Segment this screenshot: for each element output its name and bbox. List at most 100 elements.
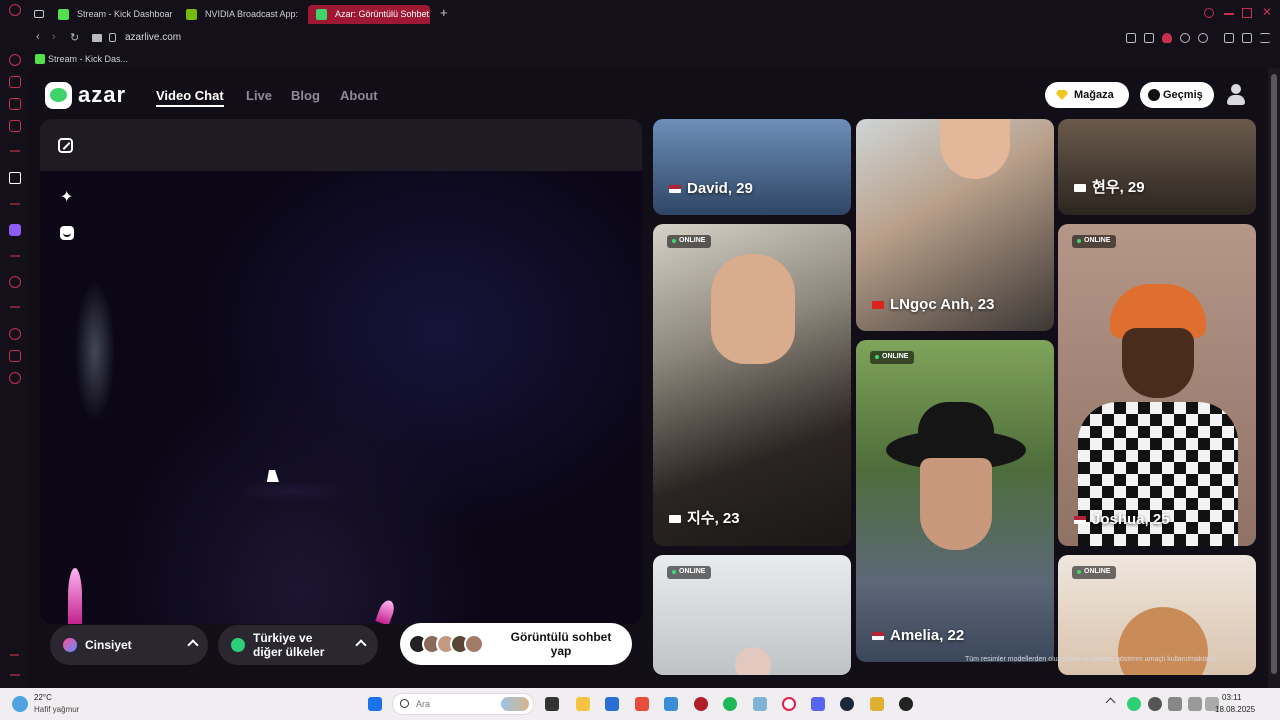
network-app-icon[interactable] (753, 697, 767, 711)
card-name: Amelia, 22 (872, 627, 964, 644)
bag-icon[interactable] (9, 76, 21, 88)
tab-bar: Stream - Kick Dashboard NVIDIA Broadcast… (30, 0, 1280, 28)
pin-icon[interactable] (1126, 33, 1136, 43)
forward-icon[interactable]: › (52, 31, 56, 43)
minimize-icon[interactable] (1224, 13, 1234, 15)
opera-icon[interactable] (782, 697, 796, 711)
app-icon[interactable] (870, 697, 884, 711)
face-filter-icon[interactable] (60, 226, 74, 240)
url-field[interactable]: azarlive.com (125, 32, 181, 43)
spotify-icon[interactable] (723, 697, 737, 711)
twitch-icon[interactable] (9, 224, 21, 236)
weather-icon[interactable] (12, 696, 28, 712)
download-icon[interactable] (1242, 33, 1252, 43)
region-filter-button[interactable]: Türkiye ve diğer ülkeler (218, 625, 378, 665)
camera-icon[interactable] (92, 34, 102, 42)
user-thumbnail (464, 634, 484, 654)
maximize-icon[interactable] (1242, 8, 1252, 18)
taskbar-search[interactable]: Ara (392, 693, 534, 715)
clock-date[interactable]: 18.08.2025 (1215, 705, 1255, 714)
new-tab-icon[interactable]: + (440, 5, 448, 20)
back-icon[interactable]: ‹ (36, 31, 40, 43)
opera-logo-icon[interactable] (9, 4, 21, 16)
home-icon[interactable] (9, 54, 21, 66)
sparkle-effects-icon[interactable]: ✦ (60, 190, 74, 206)
taskbar: 22°C Hafif yağmur Ara 03:11 18.08.2025 (0, 688, 1280, 720)
history-icon[interactable] (9, 328, 21, 340)
play-icon[interactable] (1180, 33, 1190, 43)
start-video-chat-button[interactable]: Görüntülü sohbet yap (400, 623, 632, 665)
extensions-icon[interactable] (9, 350, 21, 362)
store-button[interactable]: Mağaza (1045, 82, 1129, 108)
ai-icon[interactable] (9, 172, 21, 184)
nav-video-chat[interactable]: Video Chat (156, 88, 224, 107)
image-disclaimer: Tüm resimler modellerden oluşmakta ve sa… (965, 656, 1218, 663)
tab-nvidia-broadcast[interactable]: NVIDIA Broadcast App: A (178, 5, 300, 24)
tab-menu-icon[interactable] (34, 10, 44, 18)
player-icon[interactable] (9, 276, 21, 288)
weather-text[interactable]: Hafif yağmur (34, 705, 79, 714)
screenshot-icon[interactable] (1144, 33, 1154, 43)
user-card-jisu[interactable]: ONLINE 지수, 23 (653, 224, 851, 546)
azar-logo-icon[interactable] (45, 82, 72, 109)
tray-usb-icon[interactable] (1168, 697, 1182, 711)
wallet-icon[interactable] (1224, 33, 1234, 43)
tray-chevron-icon[interactable] (1105, 697, 1116, 708)
portrait-face (940, 119, 1010, 179)
search-tabs-icon[interactable] (1204, 8, 1214, 18)
heart-icon[interactable] (1198, 33, 1208, 43)
browser-sidebar (0, 0, 30, 688)
azar-logo-text[interactable]: azar (78, 82, 126, 108)
task-view-icon[interactable] (545, 697, 559, 711)
more-icon[interactable] (10, 674, 20, 676)
tab-azar[interactable]: Azar: Görüntülü Sohbet, A (308, 5, 430, 24)
tab-kick-dashboard[interactable]: Stream - Kick Dashboard (50, 5, 172, 24)
news-icon[interactable] (9, 120, 21, 132)
scrollbar-thumb[interactable] (1271, 74, 1277, 674)
network-icon[interactable] (1188, 697, 1202, 711)
reload-icon[interactable]: ↻ (70, 31, 79, 44)
user-card-hyeonu[interactable]: 현우, 29 (1058, 119, 1256, 215)
history-button[interactable]: Geçmiş (1140, 82, 1214, 108)
kick-favicon-icon (58, 9, 69, 20)
card-name: David, 29 (669, 180, 753, 197)
gender-filter-button[interactable]: Cinsiyet (50, 625, 208, 665)
menu-icon[interactable] (1260, 33, 1270, 43)
lock-icon[interactable] (109, 33, 116, 42)
copilot-icon[interactable] (635, 697, 649, 711)
user-card-amelia[interactable]: ONLINE Amelia, 22 (856, 340, 1054, 662)
nav-about[interactable]: About (340, 88, 378, 103)
sidebar-separator (10, 150, 20, 152)
start-label: Görüntülü sohbet yap (496, 630, 626, 658)
settings-icon[interactable] (9, 372, 21, 384)
user-card-david[interactable]: David, 29 (653, 119, 851, 215)
region-label-line2: diğer ülkeler (253, 645, 325, 659)
weather-temp[interactable]: 22°C (34, 693, 52, 702)
steam-icon[interactable] (840, 697, 854, 711)
github-icon[interactable] (899, 697, 913, 711)
game-icon[interactable] (9, 98, 21, 110)
nav-live[interactable]: Live (246, 88, 272, 103)
bookmark-kick[interactable]: Stream - Kick Das... (48, 54, 128, 64)
store-app-icon[interactable] (605, 697, 619, 711)
tray-app-icon[interactable] (1127, 697, 1141, 711)
profile-icon[interactable] (1226, 84, 1246, 106)
user-card-joshua[interactable]: ONLINE Joshua, 25 (1058, 224, 1256, 546)
clock-time[interactable]: 03:11 (1222, 693, 1241, 702)
file-explorer-icon[interactable] (576, 697, 590, 711)
gx-icon[interactable] (10, 654, 19, 656)
vpn-icon[interactable] (1162, 33, 1172, 43)
close-icon[interactable]: ✕ (1262, 5, 1272, 19)
photos-icon[interactable] (664, 697, 678, 711)
opera-gx-icon[interactable] (694, 697, 708, 711)
camera-feed (40, 171, 642, 624)
windows-start-icon[interactable] (368, 697, 382, 711)
user-card-online[interactable]: ONLINE (653, 555, 851, 675)
flag-icon (872, 632, 884, 641)
tray-steam-icon[interactable] (1148, 697, 1162, 711)
page-scrollbar[interactable] (1268, 68, 1280, 688)
discord-icon[interactable] (811, 697, 825, 711)
nav-blog[interactable]: Blog (291, 88, 320, 103)
expand-icon[interactable] (58, 138, 73, 153)
user-card-ngoc-anh[interactable]: LNgọc Anh, 23 (856, 119, 1054, 331)
